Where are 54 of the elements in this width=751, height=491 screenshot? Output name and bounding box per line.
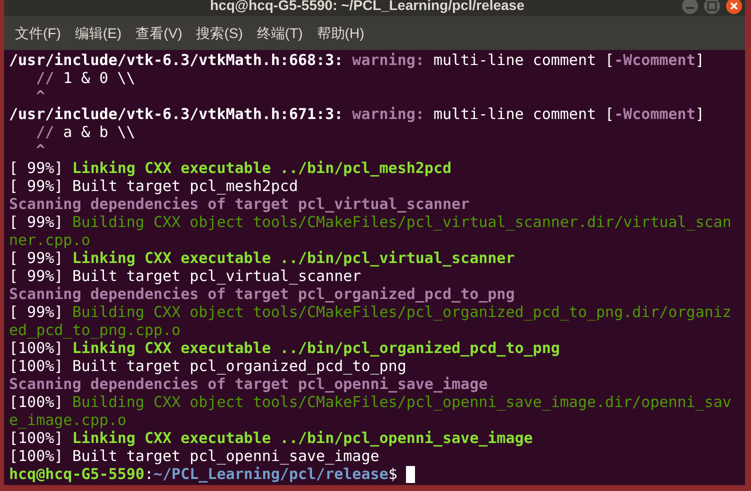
menu-item[interactable]: 搜索(S): [195, 22, 244, 44]
cursor: [406, 466, 416, 482]
terminal-text: [ 99%]: [9, 159, 64, 177]
close-icon[interactable]: [725, 0, 743, 15]
menu-item[interactable]: 帮助(H): [316, 22, 366, 44]
terminal-text: a & b \\: [62, 123, 136, 141]
terminal-text: warning:: [352, 51, 426, 69]
terminal-text: ]: [695, 105, 704, 123]
terminal-text: -Wcomment: [614, 105, 696, 123]
terminal-text: Linking CXX executable ../bin/pcl_mesh2pcd: [72, 159, 452, 177]
terminal-text: [100%]: [9, 393, 64, 411]
prompt-separator: :: [144, 465, 154, 483]
menu-item[interactable]: 文件(F): [14, 22, 62, 44]
terminal-text: Building CXX object tools/CMakeFiles/pcl_organized_pcd_to_png.dir/organiz: [72, 303, 732, 321]
terminal-text: /usr/include/vtk-6.3/vtkMath.h:671:3:: [9, 105, 344, 123]
prompt-user: hcq@hcq-G5-5590: [9, 465, 144, 483]
terminal-text: Building CXX object tools/CMakeFiles/pcl_virtual_scanner.dir/virtual_scan: [72, 213, 732, 231]
terminal-text: Scanning dependencies of target pcl_openni_save_image: [9, 375, 488, 393]
terminal-text: [ 99%]: [9, 249, 64, 267]
window-title: hcq@hcq-G5-5590: ~/PCL_Learning/pcl/release: [210, 0, 524, 13]
minimize-icon[interactable]: [681, 0, 699, 15]
menu-item[interactable]: 查看(V): [134, 22, 184, 44]
menu-item[interactable]: 编辑(E): [74, 22, 123, 44]
terminal-text: [ 99%] Built target pcl_virtual_scanner: [9, 267, 362, 285]
terminal-text: [ 99%] Built target pcl_mesh2pcd: [9, 177, 298, 195]
terminal-text: [ 99%]: [9, 303, 64, 321]
terminal-text: 1 & 0 \\: [62, 69, 136, 87]
terminal-text: Linking CXX executable ../bin/pcl_virtual_scanner: [72, 249, 515, 267]
terminal-text: ^: [36, 87, 46, 105]
prompt-path: ~/PCL_Learning/pcl/release: [154, 465, 388, 483]
terminal-text: multi-line comment [: [433, 51, 614, 69]
terminal-text: [100%]: [9, 339, 64, 357]
terminal-text: ]: [695, 51, 704, 69]
terminal-text: [100%]: [9, 429, 64, 447]
terminal-text: e_image.cpp.o: [9, 411, 126, 429]
terminal-text: Scanning dependencies of target pcl_virtual_scanner: [9, 195, 470, 213]
terminal-text: [100%] Built target pcl_openni_save_image: [9, 447, 380, 465]
terminal-text: Building CXX object tools/CMakeFiles/pcl_openni_save_image.dir/openni_sav: [72, 393, 732, 411]
terminal-text: Scanning dependencies of target pcl_organized_pcd_to_png: [9, 285, 515, 303]
menu-item[interactable]: 终端(T): [256, 22, 304, 44]
terminal-text: ner.cpp.o: [9, 231, 90, 249]
terminal-text: Linking CXX executable ../bin/pcl_openni_save_image: [72, 429, 533, 447]
terminal-text: //: [36, 123, 54, 141]
terminal-text: [ 99%]: [9, 213, 64, 231]
terminal-text: -Wcomment: [614, 51, 696, 69]
terminal-text: /usr/include/vtk-6.3/vtkMath.h:668:3:: [9, 51, 344, 69]
terminal-text: Linking CXX executable ../bin/pcl_organized_pcd_to_png: [72, 339, 560, 357]
terminal-text: warning:: [352, 105, 426, 123]
terminal-text: multi-line comment [: [433, 105, 614, 123]
prompt-symbol: $: [388, 465, 398, 483]
terminal-text: [100%] Built target pcl_organized_pcd_to_png: [9, 357, 406, 375]
terminal-text: ed_pcd_to_png.cpp.o: [9, 321, 181, 339]
terminal-text: ^: [36, 141, 46, 159]
terminal-text: //: [36, 69, 54, 87]
